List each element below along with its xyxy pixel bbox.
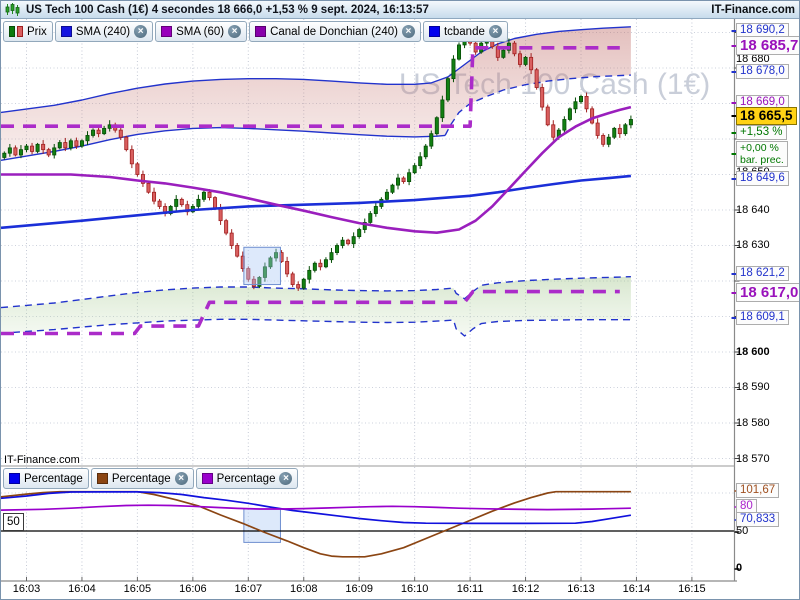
indicator-color-swatch [60, 26, 72, 37]
chart-canvas[interactable]: US Tech 100 Cash (1€) [1, 1, 800, 600]
chip-label: SMA (240) [75, 25, 131, 38]
chip-tcbande[interactable]: tcbande × [422, 21, 508, 42]
indicator-chip-row: Prix SMA (240) × SMA (60) × Canal de Donchian… [3, 21, 508, 42]
chip-percentage[interactable]: Percentage [3, 468, 89, 489]
indicator-color-swatch [201, 473, 213, 484]
close-icon[interactable]: × [228, 25, 242, 38]
instrument-title: US Tech 100 Cash (1€) 4 secondes 18 666,… [26, 3, 429, 16]
indicator-color-swatch [428, 26, 440, 37]
chip-label: Percentage [216, 472, 276, 485]
chip-sma-60-[interactable]: SMA (60) × [155, 21, 248, 42]
chip-label: Percentage [24, 472, 83, 485]
chip-prix[interactable]: Prix [3, 21, 53, 42]
indicator-color-swatch [96, 473, 108, 484]
close-icon[interactable]: × [401, 25, 415, 38]
oscillator-chip-row: Percentage Percentage × Percentage × [3, 468, 299, 489]
chip-label: SMA (60) [176, 25, 225, 38]
close-icon[interactable]: × [174, 472, 188, 485]
chip-label: Canal de Donchian (240) [270, 25, 398, 38]
chip-label: tcbande [443, 25, 485, 38]
title-bar: US Tech 100 Cash (1€) 4 secondes 18 666,… [1, 1, 799, 19]
brand-link[interactable]: IT-Finance.com [711, 4, 795, 16]
indicator-color-swatch [255, 26, 267, 37]
close-icon[interactable]: × [488, 25, 502, 38]
oscillator-level-label: 50 [3, 513, 24, 531]
oscillator-pane-brand: IT-Finance.com [4, 454, 80, 466]
chart-window: US Tech 100 Cash (1€) 4 secondes 18 666,… [0, 0, 800, 600]
indicator-color-swatch [9, 473, 20, 484]
chip-percentage[interactable]: Percentage × [195, 468, 299, 489]
chip-label: Prix [27, 25, 47, 38]
indicator-color-swatch [161, 26, 173, 37]
chip-canal-de-donchian-240-[interactable]: Canal de Donchian (240) × [249, 21, 421, 42]
close-icon[interactable]: × [134, 25, 148, 38]
close-icon[interactable]: × [279, 472, 293, 485]
price-down-swatch [17, 26, 23, 37]
price-up-swatch [9, 26, 15, 37]
chip-sma-240-[interactable]: SMA (240) × [54, 21, 154, 42]
chip-percentage[interactable]: Percentage × [90, 468, 194, 489]
chip-label: Percentage [111, 472, 171, 485]
candlestick-icon [5, 3, 21, 16]
